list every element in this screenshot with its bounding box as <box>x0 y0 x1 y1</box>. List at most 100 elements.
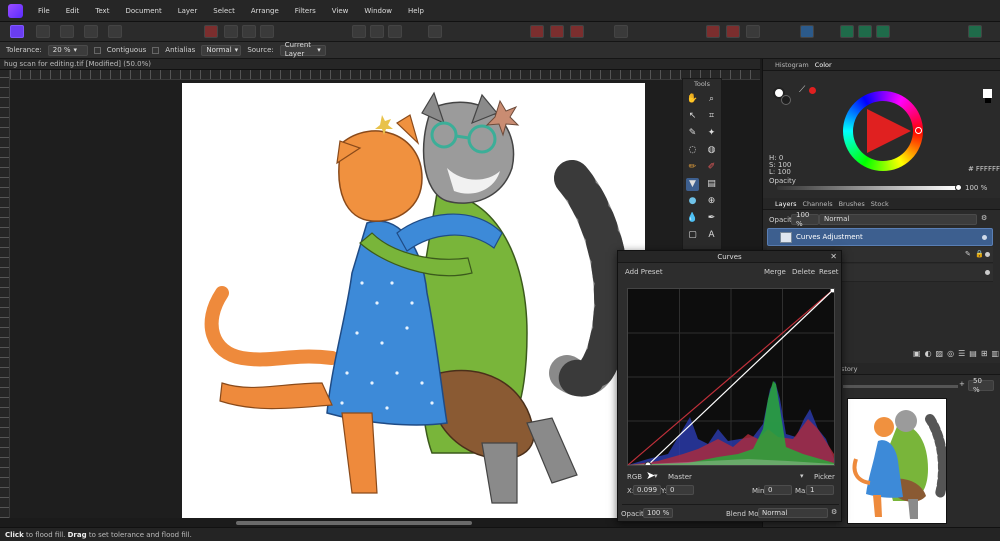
text-tool-icon[interactable]: A <box>705 229 718 242</box>
tone-mapping-persona-icon[interactable] <box>84 25 98 38</box>
lasso-tool-icon[interactable]: ◌ <box>686 144 699 157</box>
menu-filters[interactable]: Filters <box>287 7 324 15</box>
secondary-color-swatch[interactable] <box>781 95 791 105</box>
layer-visibility-icon[interactable] <box>985 252 990 257</box>
crop-tool-icon[interactable]: ⌗ <box>705 110 718 123</box>
adjustment-layer-icon[interactable]: ◐ <box>925 349 932 358</box>
menu-layer[interactable]: Layer <box>170 7 206 15</box>
dialog-opacity-field[interactable]: 100 % <box>643 508 673 518</box>
tab-channels[interactable]: Channels <box>803 200 833 208</box>
liquify-persona-icon[interactable] <box>36 25 50 38</box>
mask-icon[interactable] <box>530 25 544 38</box>
hue-handle[interactable] <box>915 127 922 134</box>
paint-brush-icon[interactable]: ✏ <box>686 161 699 174</box>
opacity-slider-handle[interactable] <box>955 184 962 191</box>
globe-icon[interactable] <box>876 25 890 38</box>
live-filter-icon[interactable]: ▨ <box>936 349 944 358</box>
contiguous-checkbox[interactable] <box>93 46 101 54</box>
layer-row-curves[interactable]: Curves Adjustment <box>767 228 993 246</box>
share-icon[interactable] <box>858 25 872 38</box>
arrange-back-icon[interactable] <box>706 25 720 38</box>
histogram-toggle-icon[interactable] <box>204 25 218 38</box>
alignment-icon[interactable] <box>550 25 564 38</box>
snapping-icon[interactable] <box>570 25 584 38</box>
flood-select-icon[interactable]: ◍ <box>705 144 718 157</box>
menu-select[interactable]: Select <box>205 7 243 15</box>
source-dropdown[interactable]: Current Layer ▾ <box>279 41 326 58</box>
layer-visibility-icon[interactable] <box>982 235 987 240</box>
horizontal-scrollbar[interactable] <box>236 521 472 525</box>
arrange-forward-icon[interactable] <box>726 25 740 38</box>
arrange-front-icon[interactable] <box>746 25 760 38</box>
navigator-preview[interactable] <box>847 398 947 524</box>
menu-text[interactable]: Text <box>87 7 117 15</box>
auto-levels-icon[interactable] <box>224 25 238 38</box>
blur-tool-icon[interactable]: 💧 <box>686 212 699 225</box>
photo-persona-icon[interactable] <box>10 25 24 38</box>
move-tool-icon[interactable]: ↖ <box>686 110 699 123</box>
tab-history[interactable]: story <box>841 365 857 373</box>
selection-add-icon[interactable] <box>370 25 384 38</box>
layer-settings-icon[interactable]: ⚙ <box>981 214 987 222</box>
view-tool-icon[interactable]: ✋ <box>686 93 699 106</box>
curves-graph[interactable] <box>627 287 836 469</box>
tab-brushes[interactable]: Brushes <box>839 200 865 208</box>
menu-document[interactable]: Document <box>117 7 169 15</box>
develop-persona-icon[interactable] <box>60 25 74 38</box>
pen-tool-icon[interactable]: ✒ <box>705 212 718 225</box>
user-account-icon[interactable] <box>968 25 982 38</box>
clone-tool-icon[interactable]: ⊕ <box>705 195 718 208</box>
gradient-tool-icon[interactable]: ▤ <box>705 178 718 191</box>
document-canvas[interactable] <box>182 83 645 518</box>
add-layer-icon[interactable]: ⊞ <box>981 349 988 358</box>
min-field[interactable]: 0 <box>764 485 792 495</box>
rectangle-tool-icon[interactable]: ▢ <box>686 229 699 242</box>
layers-opacity-field[interactable]: 100 % <box>791 211 819 228</box>
fx-icon[interactable]: ◎ <box>947 349 954 358</box>
channel-space-label[interactable]: RGB <box>627 473 642 481</box>
vertical-ruler[interactable] <box>0 70 10 518</box>
auto-color-icon[interactable] <box>242 25 256 38</box>
dialog-blend-dropdown[interactable]: Normal <box>758 508 828 518</box>
blend-mode-dropdown[interactable]: Normal ▾ <box>201 44 242 56</box>
delete-layer-icon[interactable]: ▥ <box>992 349 1000 358</box>
opacity-slider[interactable] <box>777 186 957 190</box>
reset-button[interactable]: Reset <box>819 268 839 276</box>
antialias-checkbox[interactable] <box>152 46 160 54</box>
menu-edit[interactable]: Edit <box>58 7 88 15</box>
chevron-down-icon[interactable]: ▾ <box>800 472 804 480</box>
delete-button[interactable]: Delete <box>792 268 815 276</box>
studio-link-icon[interactable] <box>840 25 854 38</box>
tab-layers[interactable]: Layers <box>775 200 797 208</box>
max-field[interactable]: 1 <box>806 485 834 495</box>
zoom-slider[interactable] <box>843 385 958 388</box>
export-persona-icon[interactable] <box>108 25 122 38</box>
black-swatch[interactable] <box>985 98 991 103</box>
menu-window[interactable]: Window <box>356 7 400 15</box>
channel-dropdown[interactable]: Master <box>668 473 692 481</box>
tab-histogram[interactable]: Histogram <box>775 61 809 69</box>
add-preset-button[interactable]: Add Preset <box>625 268 663 276</box>
y-field[interactable]: 0 <box>666 485 694 495</box>
hex-field[interactable]: # FFFFFF <box>968 165 1000 173</box>
zoom-field[interactable]: 50 % <box>968 377 994 394</box>
tolerance-field[interactable]: 20 % ▾ <box>47 44 88 56</box>
lock-icon[interactable]: 🔒 <box>975 250 984 258</box>
mask-layer-icon[interactable]: ▣ <box>913 349 921 358</box>
layer-visibility-icon[interactable] <box>985 270 990 275</box>
menu-arrange[interactable]: Arrange <box>243 7 287 15</box>
assistant-icon[interactable] <box>614 25 628 38</box>
align-icon[interactable] <box>800 25 814 38</box>
auto-white-balance-icon[interactable] <box>260 25 274 38</box>
color-triangle[interactable] <box>853 101 913 161</box>
flood-fill-icon[interactable]: ▼ <box>686 178 699 191</box>
group-layer-icon[interactable]: ▤ <box>969 349 977 358</box>
x-field[interactable]: 0.099 <box>633 485 661 495</box>
menu-view[interactable]: View <box>324 7 357 15</box>
color-replace-icon[interactable]: ✐ <box>705 161 718 174</box>
magic-wand-icon[interactable]: ✦ <box>705 127 718 140</box>
zoom-tool-icon[interactable]: ⌕ <box>705 93 718 106</box>
tab-color[interactable]: Color <box>815 61 832 69</box>
white-swatch[interactable] <box>983 89 992 98</box>
horizontal-ruler[interactable] <box>10 70 760 80</box>
